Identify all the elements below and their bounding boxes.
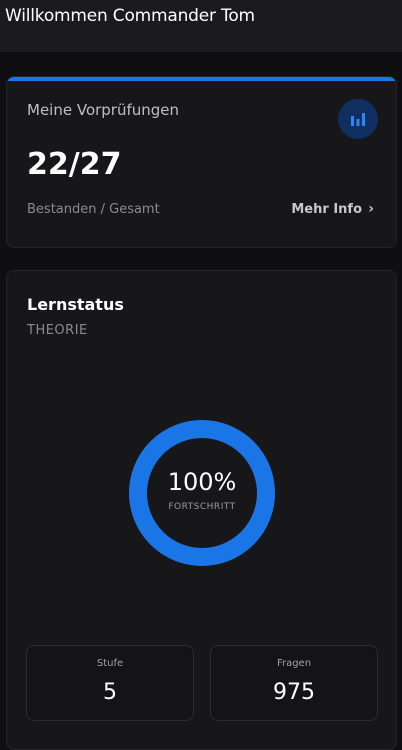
progress-ring: 100% FORTSCHRITT	[129, 420, 275, 566]
stat-questions: Fragen 975	[210, 645, 378, 721]
stat-questions-label: Fragen	[276, 658, 312, 669]
card-accent-bar	[7, 77, 396, 81]
stat-level-label: Stufe	[96, 658, 124, 669]
stat-level: Stufe 5	[26, 645, 194, 721]
stat-level-value: 5	[103, 680, 117, 705]
more-info-link[interactable]: Mehr Info	[291, 202, 362, 217]
learning-status-card: Lernstatus THEORIE 100% FORTSCHRITT Stuf…	[6, 270, 397, 750]
pre-exam-label: Meine Vorprüfungen	[27, 101, 180, 119]
top-bar: Willkommen Commander Tom	[0, 0, 402, 52]
learning-status-heading: Lernstatus	[27, 295, 124, 314]
bar-chart-icon	[338, 99, 378, 139]
welcome-title: Willkommen Commander Tom	[5, 6, 255, 26]
pre-exam-card[interactable]: Meine Vorprüfungen 22/27 Bestanden / Ges…	[6, 76, 397, 248]
progress-percent: 100%	[167, 468, 237, 496]
pre-exam-sublabel: Bestanden / Gesamt	[27, 202, 160, 217]
chevron-right-icon[interactable]: ›	[368, 201, 374, 217]
stat-questions-value: 975	[273, 680, 315, 705]
progress-caption: FORTSCHRITT	[168, 502, 236, 512]
pre-exam-score: 22/27	[27, 147, 122, 182]
learning-status-subheading: THEORIE	[27, 323, 88, 338]
